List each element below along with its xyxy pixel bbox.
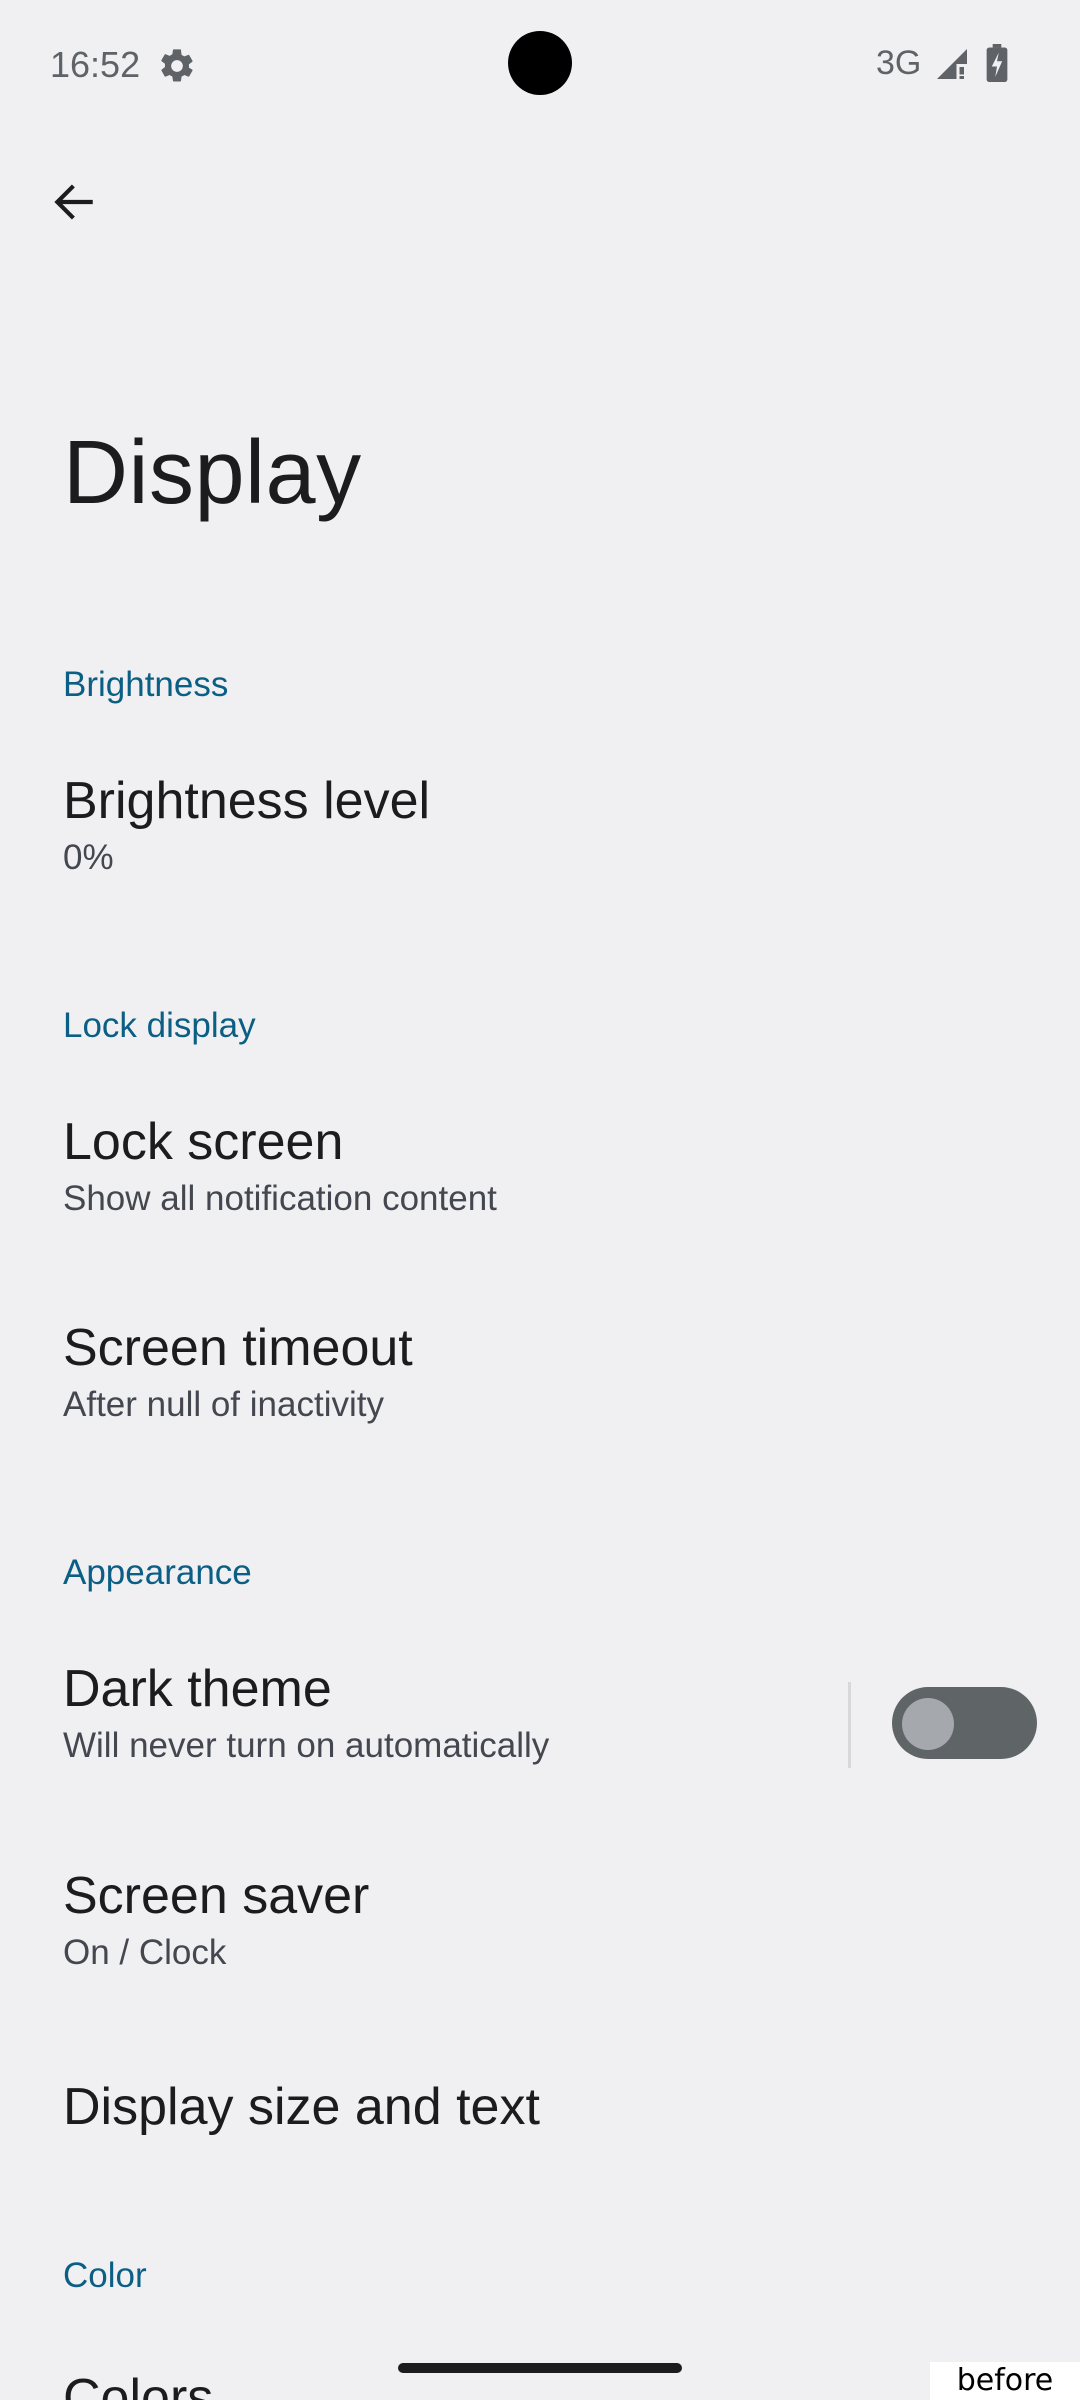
switch-divider	[848, 1682, 851, 1768]
navigate-up-button[interactable]	[0, 128, 147, 275]
network-type-label: 3G	[876, 44, 922, 82]
pref-brightness-level[interactable]: Brightness level 0%	[63, 772, 1038, 878]
dark-theme-switch[interactable]	[892, 1687, 1037, 1759]
pref-screen-timeout[interactable]: Screen timeout After null of inactivity	[63, 1319, 1038, 1425]
pref-title: Brightness level	[63, 772, 431, 830]
category-color: Color	[63, 2256, 1038, 2296]
signal-icon	[937, 49, 967, 79]
overlay-label: before	[930, 2362, 1080, 2400]
pref-title: Dark theme	[63, 1660, 332, 1718]
settings-gear-icon	[161, 49, 193, 82]
battery-charging-icon	[986, 44, 1008, 82]
category-title: Lock display	[63, 1006, 256, 1045]
page-title: Display	[63, 423, 362, 523]
pref-title: Screen timeout	[63, 1319, 413, 1377]
front-camera-cutout	[508, 31, 572, 95]
category-title: Brightness	[63, 665, 229, 704]
pref-display-size-and-text[interactable]: Display size and text	[63, 2078, 1038, 2136]
pref-title: Lock screen	[63, 1113, 344, 1171]
pref-summary: Show all notification content	[63, 1179, 497, 1219]
pref-colors[interactable]: Colors	[63, 2369, 1038, 2400]
status-bar: 16:52 3G	[0, 0, 1080, 128]
category-title: Appearance	[63, 1553, 252, 1592]
arrow-back-icon	[53, 183, 93, 220]
category-title: Color	[63, 2256, 147, 2295]
status-time: 16:52	[50, 44, 141, 85]
pref-lock-screen[interactable]: Lock screen Show all notification conten…	[63, 1113, 1038, 1219]
pref-dark-theme[interactable]: Dark theme Will never turn on automatica…	[63, 1660, 803, 1766]
pref-screen-saver[interactable]: Screen saver On / Clock	[63, 1867, 1038, 1973]
category-brightness: Brightness	[63, 665, 1038, 705]
gesture-navigation-handle[interactable]	[398, 2363, 682, 2373]
pref-summary: 0%	[63, 838, 114, 878]
category-lock-display: Lock display	[63, 1006, 1038, 1046]
pref-summary: Will never turn on automatically	[63, 1726, 550, 1766]
category-appearance: Appearance	[63, 1553, 1038, 1593]
pref-summary: After null of inactivity	[63, 1385, 384, 1425]
pref-summary: On / Clock	[63, 1933, 227, 1973]
pref-title: Colors	[63, 2369, 214, 2400]
display-settings-screen: 16:52 3G Display Brightness Brightness l…	[0, 0, 1080, 2400]
pref-title: Screen saver	[63, 1867, 370, 1925]
switch-thumb	[902, 1698, 954, 1750]
pref-title: Display size and text	[63, 2078, 540, 2136]
top-app-bar	[0, 128, 1080, 275]
